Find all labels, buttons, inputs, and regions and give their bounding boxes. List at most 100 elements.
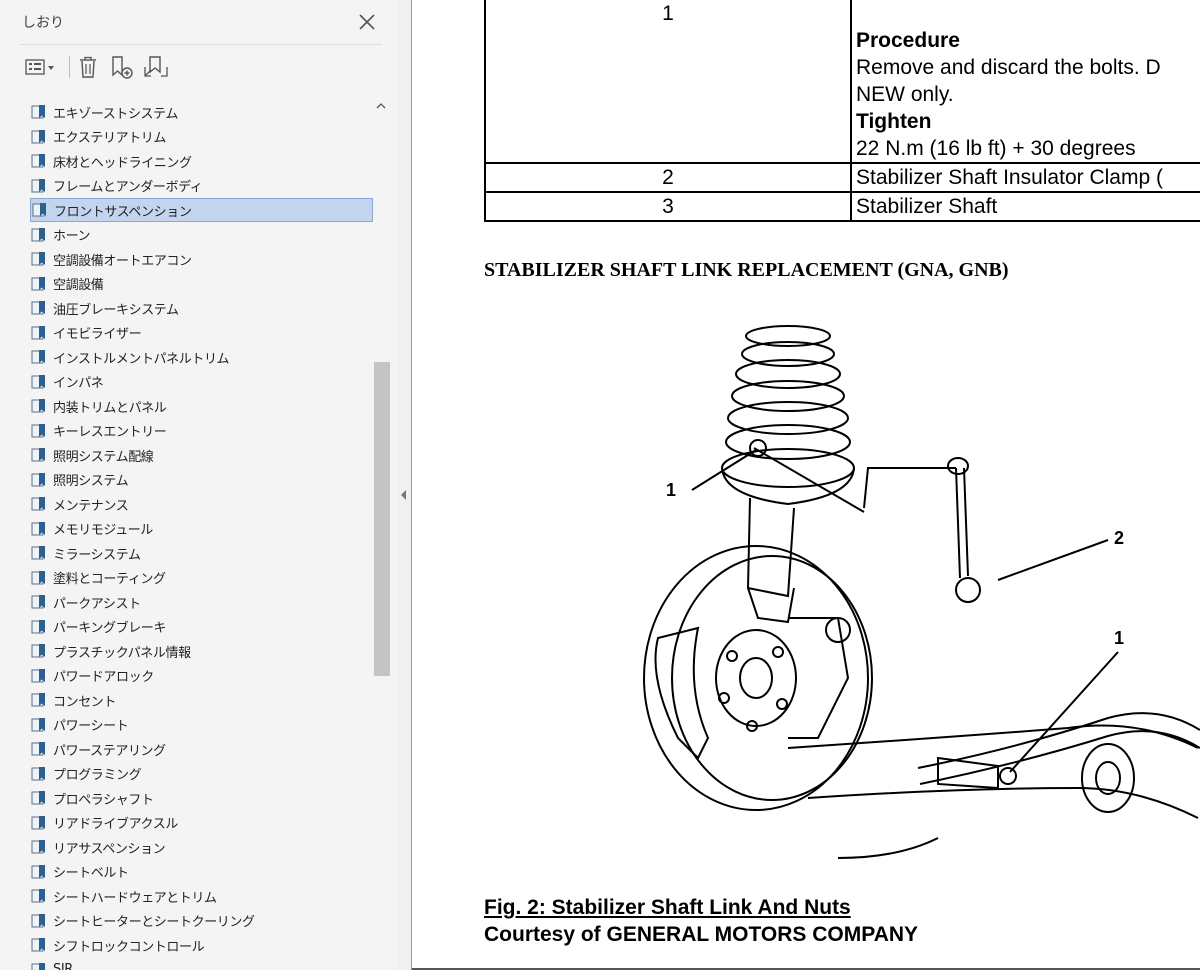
table-cell-number: 2 [484,162,852,193]
figure-callout: 1 [1114,628,1124,648]
bookmark-item[interactable]: パークアシスト [30,591,374,613]
bookmark-label: シートヒーターとシートクーリング [53,915,255,930]
document-page: 1 Procedure Remove and discard the bolts… [412,0,1200,970]
bookmark-icon [31,742,45,756]
collapse-panel-button[interactable] [400,486,408,500]
bookmark-icon [31,276,45,290]
find-current-bookmark-button[interactable] [140,52,172,82]
bookmark-item[interactable]: キーレスエントリー [30,420,374,442]
bookmark-icon [31,521,45,535]
bookmark-item[interactable]: コンセント [30,689,374,711]
bookmark-label: プロペラシャフト [53,792,154,808]
suspension-diagram: 1 2 1 [643,325,1200,859]
bookmark-item[interactable]: 床材とヘッドライニング [30,150,374,172]
figure-caption: Fig. 2: Stabilizer Shaft Link And Nuts [484,896,851,919]
bookmark-icon [31,227,45,241]
bookmark-icon [31,399,45,413]
bookmark-label: プログラミング [53,768,142,783]
table-cell-number: 3 [484,191,852,222]
bookmark-icon [31,840,45,854]
bookmark-item[interactable]: 照明システム配線 [30,444,374,466]
bookmark-item[interactable]: ホーン [30,224,374,246]
bookmark-item[interactable]: パワーステアリング [30,738,374,760]
bookmark-icon [31,644,45,658]
bookmark-label: エクステリアトリム [53,131,167,146]
bookmark-item[interactable]: 空調設備 [30,273,374,295]
bookmarks-panel: しおり エキゾーストシステム エクステリアトリム 床材とヘッドライニング フレー… [0,0,398,970]
list-options-icon [25,59,54,75]
bookmark-item[interactable]: プログラミング [30,763,374,785]
bookmark-item[interactable]: エキゾーストシステム [30,101,374,123]
bookmark-label: パワーシート [53,719,129,734]
new-bookmark-icon [112,56,133,79]
section-heading: STABILIZER SHAFT LINK REPLACEMENT (GNA, … [484,259,1009,281]
bookmark-icon [31,962,45,970]
bookmark-icon [31,570,45,584]
bookmark-item[interactable]: シートヒーターとシートクーリング [30,910,374,932]
bookmark-item[interactable]: フレームとアンダーボディ [30,175,374,197]
bookmark-label: 床材とヘッドライニング [53,155,192,171]
bookmark-icon [31,668,45,682]
new-bookmark-button[interactable] [106,52,136,82]
find-current-bookmark-icon [144,56,168,77]
bookmark-label: フロントサスペンション [54,204,192,220]
bookmark-icon [31,129,45,143]
bookmark-label: シートハードウェアとトリム [53,890,217,906]
bookmark-item[interactable]: インストルメントパネルトリム [30,346,374,368]
figure-callout: 2 [1114,528,1124,548]
bookmark-item[interactable]: インパネ [30,371,374,393]
bookmark-item[interactable]: エクステリアトリム [30,126,374,148]
bookmark-item[interactable]: 空調設備オートエアコン [30,248,374,270]
bookmark-label: イモビライザー [53,327,142,342]
figure-callout: 1 [666,480,676,500]
bookmark-item[interactable]: パーキングブレーキ [30,616,374,638]
bookmark-item[interactable]: パワードアロック [30,665,374,687]
bookmark-icon [31,693,45,707]
bookmark-label: シフトロックコントロール [53,939,205,955]
bookmark-icon [31,350,45,364]
table-cell-description: Stabilizer Shaft Insulator Clamp ( [850,162,1200,193]
bookmark-item[interactable]: パワーシート [30,714,374,736]
bookmark-item[interactable]: シートベルト [30,861,374,883]
bookmark-item[interactable]: ミラーシステム [30,542,374,564]
trash-icon [80,56,96,78]
close-icon [359,14,375,30]
chevron-up-icon [376,103,386,109]
bookmark-item[interactable]: リアドライブアクスル [30,812,374,834]
bookmark-icon [31,913,45,927]
delete-bookmark-button[interactable] [74,52,102,82]
chevron-left-icon [401,490,406,500]
bookmark-item[interactable]: フロントサスペンション [30,198,373,222]
bookmark-item[interactable]: シフトロックコントロール [30,934,374,956]
bookmark-item[interactable]: プラスチックパネル情報 [30,640,374,662]
tighten-label: Tighten [856,110,932,133]
bookmark-item[interactable]: SIR [30,959,374,970]
bookmark-icon [31,497,45,511]
bookmark-icon [31,448,45,462]
scroll-up-button[interactable] [374,98,388,112]
bookmark-label: ホーン [53,229,91,244]
bookmark-label: プラスチックパネル情報 [53,645,191,661]
bookmark-item[interactable]: シートハードウェアとトリム [30,885,374,907]
panel-title: しおり [22,15,64,31]
bookmark-label: 塗料とコーティング [53,572,166,587]
bookmark-item[interactable]: 油圧ブレーキシステム [30,297,374,319]
bookmark-item[interactable]: メモリモジュール [30,518,374,540]
scrollbar-thumb[interactable] [374,362,390,676]
bookmark-item[interactable]: メンテナンス [30,493,374,515]
close-panel-button[interactable] [355,10,379,34]
bookmark-icon [31,325,45,339]
bookmark-item[interactable]: プロペラシャフト [30,787,374,809]
bookmark-label: パーキングブレーキ [53,621,167,636]
bookmark-item[interactable]: イモビライザー [30,322,374,344]
bookmark-label: コンセント [53,694,117,710]
panel-splitter[interactable] [397,0,412,970]
options-menu-button[interactable] [22,52,58,82]
bookmark-label: エキゾーストシステム [53,106,178,122]
bookmark-item[interactable]: 照明システム [30,469,374,491]
bookmark-label: シートベルト [53,866,129,881]
bookmark-item[interactable]: 塗料とコーティング [30,567,374,589]
bookmark-item[interactable]: リアサスペンション [30,836,374,858]
bookmark-item[interactable]: 内装トリムとパネル [30,395,374,417]
bookmark-icon [31,864,45,878]
